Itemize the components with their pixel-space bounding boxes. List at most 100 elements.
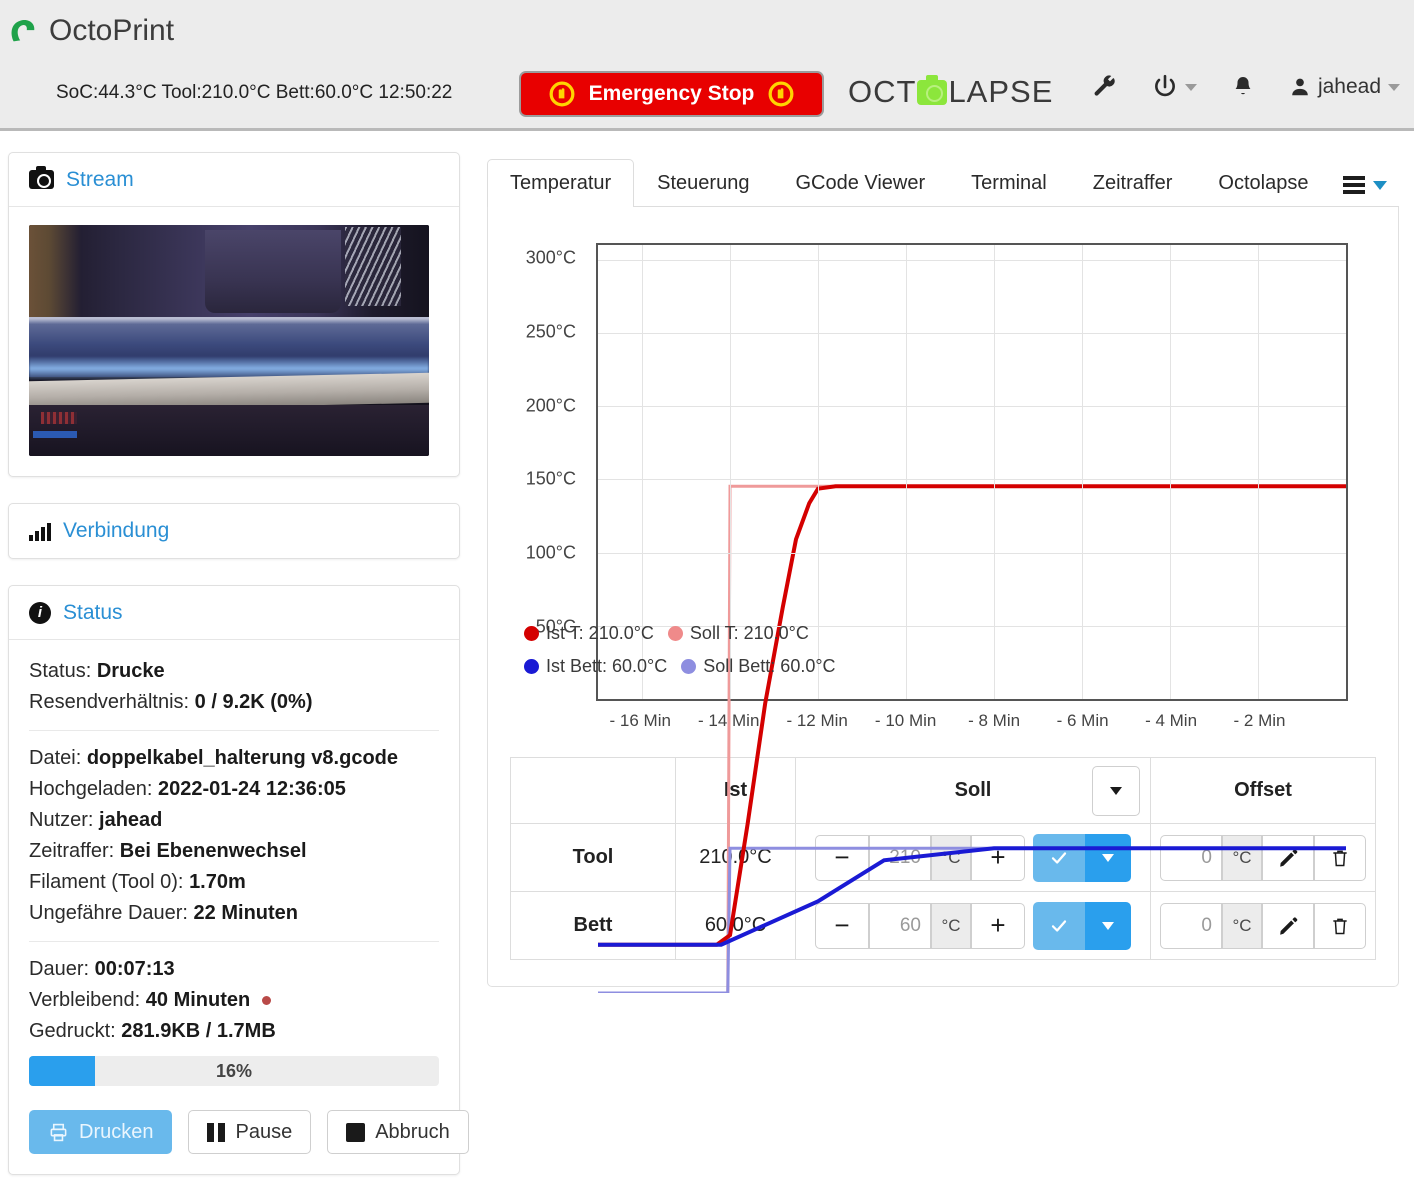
chevron-down-icon bbox=[1373, 180, 1387, 190]
page-content: Stream Verbindung i Status Status: Druck… bbox=[0, 131, 1414, 1175]
status-label: Verbleibend: bbox=[29, 989, 141, 1011]
status-row: Nutzer: jahead bbox=[29, 805, 439, 836]
emergency-stop-label: Emergency Stop bbox=[588, 82, 755, 105]
stream-panel-header[interactable]: Stream bbox=[9, 153, 459, 207]
stream-panel-title: Stream bbox=[66, 167, 134, 191]
legend-entry: Ist T: 210.0°C bbox=[524, 623, 654, 644]
tab-terminal[interactable]: Terminal bbox=[948, 159, 1070, 207]
chart-x-tick-label: - 2 Min bbox=[1233, 711, 1286, 730]
printer-status-line: SoC:44.3°C Tool:210.0°C Bett:60.0°C 12:5… bbox=[56, 82, 453, 103]
connection-panel-header[interactable]: Verbindung bbox=[9, 504, 459, 558]
chart-y-tick-label: 200°C bbox=[525, 395, 576, 416]
temperature-chart: 50°C 100°C 150°C 200°C 250°C 300°C - 16 Min - … bbox=[510, 229, 1376, 739]
chart-y-tick-label: 300°C bbox=[525, 247, 576, 268]
signal-bars-icon bbox=[29, 521, 51, 541]
wrench-icon[interactable] bbox=[1092, 74, 1118, 100]
print-progress-label: 16% bbox=[215, 1060, 253, 1081]
webcam-body bbox=[9, 207, 459, 476]
chart-gridline-vertical bbox=[1258, 245, 1259, 699]
main-panel: Temperatur Steuerung GCode Viewer Termin… bbox=[487, 152, 1399, 987]
status-label: Gedruckt: bbox=[29, 1020, 116, 1042]
brand-label: OctoPrint bbox=[49, 14, 175, 47]
legend-label: Ist Bett: 60.0°C bbox=[546, 656, 668, 676]
status-label: Resendverhältnis: bbox=[29, 691, 190, 713]
tab-bar: Temperatur Steuerung GCode Viewer Termin… bbox=[487, 152, 1399, 207]
pause-button[interactable]: Pause bbox=[188, 1110, 312, 1154]
username-label: jahead bbox=[1317, 75, 1381, 98]
temperature-tab-panel: 50°C 100°C 150°C 200°C 250°C 300°C - 16 Min - … bbox=[487, 207, 1399, 987]
power-chevron-down-icon bbox=[1184, 83, 1197, 91]
tab-temperatur[interactable]: Temperatur bbox=[487, 159, 635, 207]
legend-color-swatch bbox=[524, 626, 539, 641]
brand[interactable]: OctoPrint bbox=[8, 14, 174, 48]
status-label: Hochgeladen: bbox=[29, 778, 153, 800]
printer-icon bbox=[50, 1123, 67, 1141]
tab-overflow-menu[interactable] bbox=[1343, 176, 1387, 194]
cancel-button-label: Abbruch bbox=[375, 1120, 450, 1143]
chart-gridline-vertical bbox=[1081, 245, 1083, 699]
power-icon[interactable] bbox=[1152, 74, 1197, 100]
pause-icon bbox=[207, 1122, 226, 1142]
th-soll-label: Soll bbox=[954, 779, 992, 801]
status-row: Datei: doppelkabel_halterung v8.gcode bbox=[29, 743, 439, 774]
user-icon bbox=[1292, 78, 1308, 96]
tab-steuerung[interactable]: Steuerung bbox=[634, 159, 772, 207]
bell-icon[interactable] bbox=[1231, 74, 1255, 100]
legend-label: Ist T: 210.0°C bbox=[546, 623, 654, 643]
octoprint-logo-icon bbox=[11, 19, 35, 42]
stream-panel: Stream bbox=[8, 152, 460, 477]
octolapse-text-right: LAPSE bbox=[948, 74, 1054, 109]
user-chevron-down-icon bbox=[1388, 83, 1400, 91]
chart-gridline-horizontal bbox=[598, 406, 1346, 408]
tab-zeitraffer[interactable]: Zeitraffer bbox=[1070, 159, 1196, 207]
divider bbox=[29, 941, 439, 942]
legend-label: Soll Bett: 60.0°C bbox=[703, 656, 836, 676]
chart-series-line bbox=[598, 486, 1346, 993]
print-progress-bar: 16% bbox=[29, 1056, 439, 1086]
tab-octolapse[interactable]: Octolapse bbox=[1195, 159, 1331, 207]
status-row: Ungefähre Dauer: 22 Minuten bbox=[29, 898, 439, 929]
status-value: Drucke bbox=[96, 660, 165, 682]
status-row: Filament (Tool 0): 1.70m bbox=[29, 867, 439, 898]
status-label: Datei: bbox=[29, 747, 82, 769]
tab-gcode-viewer[interactable]: GCode Viewer bbox=[772, 159, 948, 207]
status-value: doppelkabel_halterung v8.gcode bbox=[86, 747, 398, 769]
status-value: 2022-01-24 12:36:05 bbox=[158, 778, 346, 800]
soll-header-dropdown[interactable] bbox=[1092, 766, 1140, 816]
chart-gridline-vertical bbox=[1170, 245, 1171, 699]
chart-gridline-horizontal bbox=[598, 479, 1346, 481]
status-panel-title: Status bbox=[63, 600, 123, 624]
status-label: Ungefähre Dauer: bbox=[29, 902, 188, 924]
status-value: 22 Minuten bbox=[193, 902, 298, 924]
octolapse-logo[interactable]: OCT LAPSE bbox=[848, 74, 1053, 110]
cancel-button[interactable]: Abbruch bbox=[327, 1110, 469, 1154]
estimate-accuracy-dot bbox=[261, 996, 271, 1006]
chart-gridline-vertical bbox=[906, 245, 907, 699]
emergency-stop-button[interactable]: Emergency Stop bbox=[519, 71, 824, 117]
status-label: Status: bbox=[29, 660, 92, 682]
status-row: Hochgeladen: 2022-01-24 12:36:05 bbox=[29, 774, 439, 805]
top-navbar: OctoPrint SoC:44.3°C Tool:210.0°C Bett:6… bbox=[0, 0, 1414, 131]
print-button[interactable]: Drucken bbox=[29, 1110, 173, 1154]
legend-color-swatch bbox=[681, 659, 697, 674]
octolapse-text-left: OCT bbox=[848, 74, 917, 109]
chart-y-tick-label: 250°C bbox=[525, 321, 576, 342]
status-value: 00:07:13 bbox=[94, 958, 175, 980]
status-row: Status: Drucke bbox=[29, 656, 439, 687]
status-panel-body: Status: Drucke Resendverhältnis: 0 / 9.2… bbox=[9, 640, 469, 1174]
status-label: Zeitraffer: bbox=[29, 840, 115, 862]
sidebar: Stream Verbindung i Status Status: Druck… bbox=[8, 152, 469, 1201]
status-value: 40 Minuten bbox=[145, 989, 251, 1011]
octolapse-camera-icon bbox=[917, 74, 948, 105]
status-label: Nutzer: bbox=[29, 809, 94, 831]
webcam-image[interactable] bbox=[29, 225, 429, 456]
legend-entry: Soll Bett: 60.0°C bbox=[681, 656, 836, 677]
pause-button-label: Pause bbox=[235, 1120, 293, 1143]
status-row: Dauer: 00:07:13 bbox=[29, 954, 439, 985]
legend-color-swatch bbox=[667, 626, 683, 641]
navbar-icons: jahead bbox=[1092, 74, 1400, 100]
legend-label: Soll T: 210.0°C bbox=[689, 623, 809, 643]
user-menu[interactable]: jahead bbox=[1289, 75, 1400, 99]
status-row: Gedruckt: 281.9KB / 1.7MB bbox=[29, 1016, 439, 1047]
status-panel-header[interactable]: i Status bbox=[9, 586, 459, 640]
